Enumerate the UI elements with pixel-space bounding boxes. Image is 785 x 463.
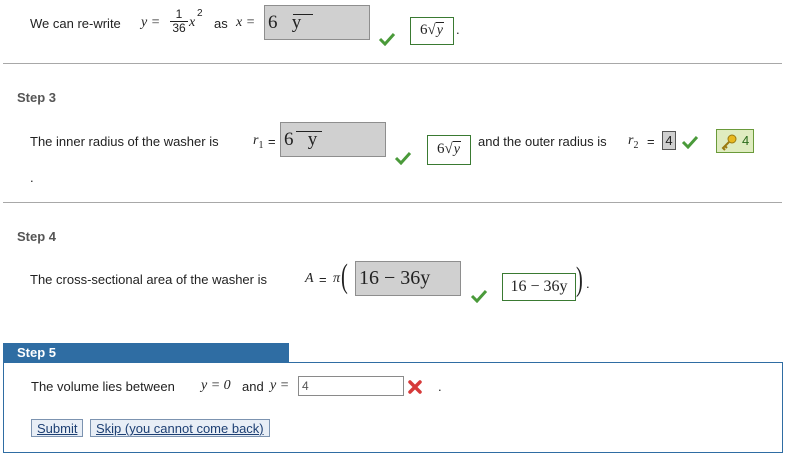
r1-label: r1 — [253, 133, 263, 151]
correct-rad: y — [435, 22, 444, 38]
skip-button[interactable]: Skip (you cannot come back) — [90, 419, 270, 437]
correct-inner-radius: 6√y — [427, 135, 471, 165]
r2-label: r2 — [628, 133, 638, 151]
upper-bound-input[interactable] — [298, 376, 404, 396]
check-icon — [394, 151, 412, 165]
correct-area: 16 − 36y — [502, 273, 576, 301]
check-icon — [470, 289, 488, 303]
divider — [3, 63, 782, 64]
step3-text2: and the outer radius is — [478, 134, 607, 149]
check-icon — [378, 32, 396, 46]
step4-text: The cross-sectional area of the washer i… — [30, 272, 267, 287]
step3-heading: Step 3 — [17, 90, 57, 105]
period: . — [586, 276, 590, 291]
key-answer-box[interactable]: 4 — [716, 129, 754, 153]
and-word: and — [242, 379, 264, 394]
fraction: 1 36 — [170, 8, 188, 35]
eq-sign: = — [319, 272, 327, 287]
step5-panel: The volume lies between y = 0 and y = . … — [3, 362, 783, 453]
step4-heading: Step 4 — [17, 229, 57, 244]
answer-input-step2[interactable]: 6 y — [264, 5, 370, 40]
inner-radius-input[interactable]: 6 y — [280, 122, 386, 157]
step5-heading: Step 5 — [3, 343, 289, 362]
fraction-den: 36 — [172, 21, 186, 35]
period: . — [456, 22, 460, 37]
y0-expr: y = 0 — [201, 378, 231, 393]
outer-radius-input[interactable]: 4 — [662, 131, 676, 150]
trailing-period: . — [30, 170, 34, 185]
sqrt-bar — [293, 14, 313, 15]
step2-lead: We can re-write — [30, 16, 121, 31]
step5-text1: The volume lies between — [31, 379, 175, 394]
eq-sign: = — [647, 134, 655, 149]
eq-y: y = — [141, 15, 161, 30]
correct-rad: y — [452, 141, 461, 157]
check-icon — [681, 135, 699, 149]
close-paren: ) — [576, 261, 583, 298]
open-paren: ( — [341, 258, 348, 295]
exponent: 2 — [197, 8, 203, 19]
eq-sign: = — [268, 134, 276, 149]
area-var: A — [305, 271, 314, 286]
correct-answer-step2: 6√y — [410, 17, 454, 45]
r1-sub: 1 — [258, 139, 264, 151]
period: . — [438, 379, 442, 394]
fraction-num: 1 — [170, 8, 188, 22]
key-answer-value: 4 — [742, 133, 750, 148]
inner-radius-input-text: 6 y — [284, 129, 318, 150]
eq-x-var: x — [189, 15, 196, 30]
pi-symbol: π — [333, 271, 341, 286]
correct-coef: 6 — [420, 22, 428, 38]
x-icon — [408, 380, 422, 394]
key-icon — [721, 134, 737, 151]
eq-x: x = — [236, 15, 256, 30]
correct-coef: 6 — [437, 141, 445, 157]
answer-input-step2-text: 6 y — [268, 12, 302, 33]
divider — [3, 202, 782, 203]
as-word: as — [214, 16, 228, 31]
sqrt-bar — [296, 131, 322, 132]
area-input[interactable]: 16 − 36y — [355, 261, 461, 296]
step3-text1: The inner radius of the washer is — [30, 134, 219, 149]
y-eq: y = — [270, 378, 290, 393]
r2-sub: 2 — [633, 139, 639, 151]
submit-button[interactable]: Submit — [31, 419, 84, 437]
